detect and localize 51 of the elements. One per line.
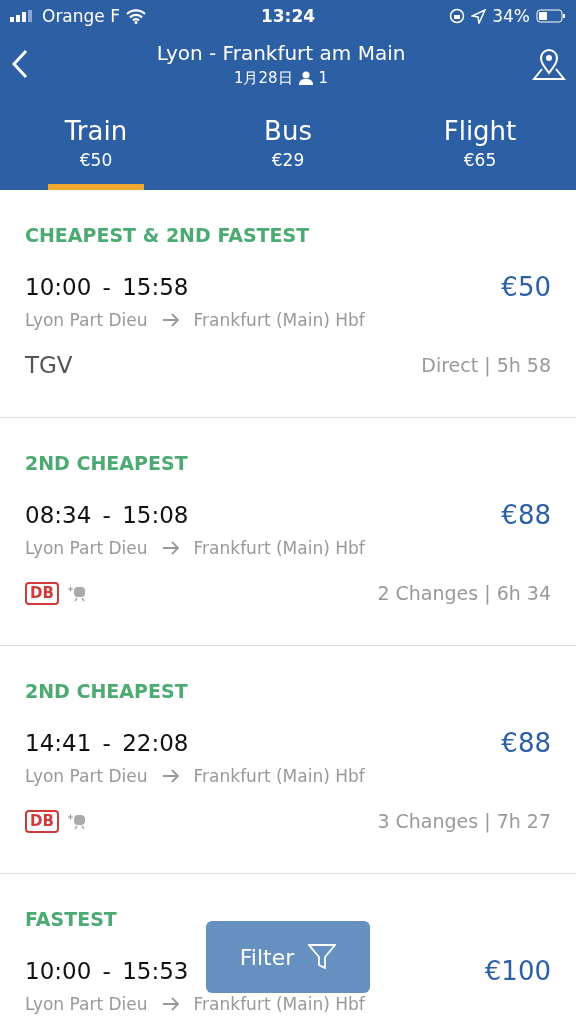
journey-tag: 2ND CHEAPEST xyxy=(25,680,551,702)
clock-time: 13:24 xyxy=(260,6,316,26)
origin-station: Lyon Part Dieu xyxy=(25,538,148,558)
battery-percent: 34% xyxy=(492,6,530,26)
arrow-right-icon xyxy=(161,313,180,327)
transport-tab[interactable]: Train €50 xyxy=(0,96,192,190)
arrow-right-icon xyxy=(161,541,180,555)
origin-station: Lyon Part Dieu xyxy=(25,310,148,330)
route-title: Lyon - Frankfurt am Main xyxy=(156,40,406,65)
journey-price: €100 xyxy=(484,956,551,986)
journey-card[interactable]: 2ND CHEAPEST 08:34 - 15:08 €88 Lyon Part Dieu Frankfurt (Main) Hbf DB 2 Changes | 6h 34 xyxy=(0,418,576,646)
journey-times: 10:00 - 15:53 xyxy=(25,958,189,984)
carrier-name: Orange F xyxy=(42,6,120,26)
destination-station: Frankfurt (Main) Hbf xyxy=(193,538,365,558)
arrow-right-icon xyxy=(161,769,180,783)
journey-times: 14:41 - 22:08 xyxy=(25,730,189,756)
operator-logo: DB xyxy=(25,809,59,833)
journey-card[interactable]: CHEAPEST & 2ND FASTEST 10:00 - 15:58 €50 Lyon Part Dieu Frankfurt (Main) Hbf TGV Direct | 5h 58 xyxy=(0,190,576,418)
back-icon[interactable] xyxy=(10,49,30,79)
map-pin-icon[interactable] xyxy=(532,47,566,81)
journey-price: €88 xyxy=(501,728,551,758)
destination-station: Frankfurt (Main) Hbf xyxy=(193,994,365,1014)
journey-price: €88 xyxy=(501,500,551,530)
passenger-count: 1 xyxy=(318,69,329,87)
journey-summary: Direct | 5h 58 xyxy=(421,354,551,376)
destination-station: Frankfurt (Main) Hbf xyxy=(193,766,365,786)
journey-summary: 2 Changes | 6h 34 xyxy=(377,582,551,604)
origin-station: Lyon Part Dieu xyxy=(25,766,148,786)
location-arrow-icon xyxy=(471,8,487,24)
battery-icon xyxy=(536,9,566,23)
plus-train-icon xyxy=(66,812,87,830)
journey-summary: 3 Changes | 7h 27 xyxy=(377,810,551,832)
journey-times: 08:34 - 15:08 xyxy=(25,502,189,528)
funnel-icon xyxy=(308,944,337,970)
operator-logo: DB xyxy=(25,581,59,605)
operator-name: TGV xyxy=(25,352,73,378)
rotation-lock-icon xyxy=(449,8,466,24)
transport-tab[interactable]: Flight €65 xyxy=(384,96,576,190)
journey-times: 10:00 - 15:58 xyxy=(25,274,189,300)
person-icon xyxy=(298,71,313,85)
travel-date: 1月28日 xyxy=(233,68,293,88)
journey-tag: CHEAPEST & 2ND FASTEST xyxy=(25,224,551,246)
journey-tag: 2ND CHEAPEST xyxy=(25,452,551,474)
journey-card[interactable]: 2ND CHEAPEST 14:41 - 22:08 €88 Lyon Part Dieu Frankfurt (Main) Hbf DB 3 Changes | 7h 27 xyxy=(0,646,576,874)
arrow-right-icon xyxy=(161,997,180,1011)
origin-station: Lyon Part Dieu xyxy=(25,994,148,1014)
destination-station: Frankfurt (Main) Hbf xyxy=(193,310,365,330)
plus-train-icon xyxy=(66,584,87,602)
journey-price: €50 xyxy=(501,272,551,302)
wifi-icon xyxy=(126,8,146,24)
transport-tab[interactable]: Bus €29 xyxy=(192,96,384,190)
